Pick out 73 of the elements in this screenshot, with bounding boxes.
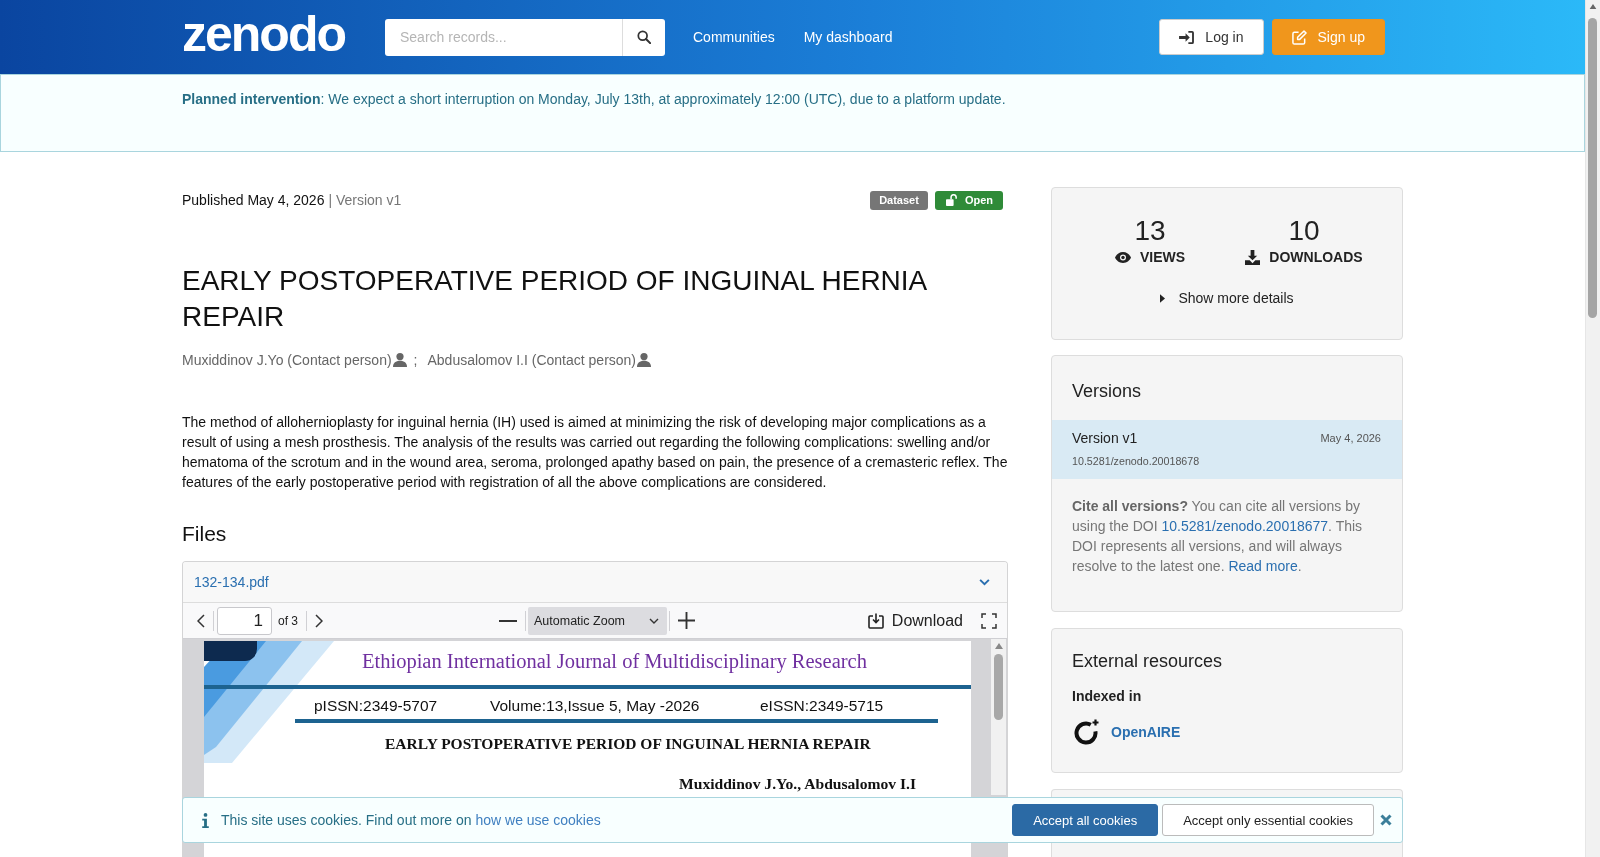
person-icon: [637, 353, 652, 367]
download-icon: [1245, 249, 1261, 265]
journal-title: Ethiopian International Journal of Multidisciplinary Research: [361, 649, 868, 673]
edit-icon: [1291, 29, 1307, 45]
electronic-issn: eISSN:2349-5715: [760, 696, 885, 716]
close-icon: [1380, 814, 1392, 826]
author-name: Muxiddinov J.Yo (Contact person): [182, 351, 392, 370]
stat-value: 10: [1288, 215, 1320, 247]
accept-essential-button[interactable]: Accept only essential cookies: [1162, 804, 1374, 836]
inline-link[interactable]: Read more: [1228, 558, 1298, 574]
ring-logo-icon: [1074, 719, 1100, 745]
stat-label: DOWNLOADS: [1269, 248, 1363, 267]
file-name-link[interactable]: 132-134.pdf: [194, 574, 269, 590]
zoom-select[interactable]: Automatic Zoom: [528, 606, 667, 635]
print-issn: pISSN:2349-5707: [314, 696, 439, 716]
download-icon: [867, 612, 884, 629]
page-number-field[interactable]: 1: [217, 606, 272, 635]
info-icon: [202, 812, 209, 828]
chevron-down-icon: [649, 617, 659, 624]
chevron-right-icon: [315, 613, 323, 628]
publication-date: Published May 4, 2026: [182, 192, 325, 208]
arrow-up-icon: [1589, 4, 1597, 9]
cite-note: Cite all versions? You can cite all versions by using the DOI 10.5281/zenodo.20018677. This DOI represents all versions, and will always resolve to the latest one. Read more.: [1071, 497, 1364, 576]
minus-icon: [499, 619, 517, 622]
volume-issue: Volume:13,Issue 5, May -2026: [490, 696, 701, 716]
cookie-notice: This site uses cookies. Find out more on how we use cookies: [221, 812, 601, 828]
stat-label: VIEWS: [1139, 248, 1186, 267]
inline-link[interactable]: how we use cookies: [475, 812, 601, 828]
access-badge: Open: [934, 190, 1003, 210]
padlock-icon: [945, 194, 957, 206]
sign-in-icon: [1179, 30, 1195, 44]
eye-icon: [1114, 251, 1131, 263]
download-button[interactable]: Download: [861, 606, 969, 635]
search-icon: [637, 30, 651, 44]
file-header[interactable]: 132-134.pdf: [183, 562, 1007, 603]
indexed-in-label: Indexed in: [1072, 687, 1143, 706]
person-icon: [392, 353, 407, 367]
chevron-left-icon: [197, 613, 205, 628]
log-in-button[interactable]: Log in: [1159, 19, 1264, 55]
arrow-up-icon: [994, 643, 1003, 649]
article-authors: Muxiddinov J.Yo., Abdusalomov I.I: [678, 775, 917, 793]
article-title: EARLY POSTOPERATIVE PERIOD OF INGUINAL HERNIA REPAIR: [384, 735, 872, 753]
page-count: of 3: [278, 613, 298, 628]
fullscreen-icon: [981, 612, 997, 629]
nav-link[interactable]: Communities: [693, 29, 775, 45]
record-title: EARLY POSTOPERATIVE PERIOD OF INGUINAL HERNIA REPAIR: [182, 264, 928, 334]
card-heading: External resources: [1072, 650, 1224, 673]
inline-link[interactable]: 10.5281/zenodo.20018677: [1161, 518, 1329, 534]
caret-icon: [1160, 293, 1166, 303]
author-separator: ;: [413, 351, 418, 370]
accept-all-button[interactable]: Accept all cookies: [1012, 804, 1159, 836]
chevron-down-icon[interactable]: [979, 578, 990, 586]
nav-link[interactable]: My dashboard: [803, 29, 893, 45]
version-date: May 4, 2026: [1320, 431, 1381, 446]
resource-type-badge: Dataset: [870, 190, 928, 210]
version-name: Version v1: [1072, 429, 1138, 448]
plus-icon: [678, 612, 695, 629]
search-field[interactable]: Search records...: [385, 18, 622, 56]
version-item[interactable]: Version v1 May 4, 2026 10.5281/zenodo.20018678: [1052, 420, 1402, 479]
files-heading: Files: [182, 521, 228, 547]
author-name: Abdusalomov I.I (Contact person): [427, 351, 637, 370]
stat-value: 13: [1134, 215, 1166, 247]
card-heading: Versions: [1071, 380, 1143, 403]
show-more-details-toggle[interactable]: Show more details: [1160, 288, 1294, 308]
scrollbar-thumb[interactable]: [1588, 18, 1597, 318]
search-button[interactable]: [622, 18, 665, 56]
abstract-text: The method of allohernioplasty for inguinal hernia (IH) used is aimed at minimizing the risk of developing major complications as a result of using a mesh prosthesis. The analysis of the results was carried out regarding the following complications: swelling and/or hematoma of the scrotum and in the wound area, seroma, prolonged apathy based on pain, the presence of a cremasteric reflex. The features of the early postoperative period with registration of all the above complications are considered.: [182, 413, 1008, 492]
announcement-text: Planned intervention: We expect a short interruption on Monday, July 13th, at approximately 12:00 (UTC), due to a platform update.: [182, 90, 1007, 109]
close-button[interactable]: [1380, 814, 1392, 826]
resource-link[interactable]: OpenAIRE: [1111, 724, 1181, 740]
version-doi: 10.5281/zenodo.20018678: [1072, 454, 1201, 469]
version-label: | Version v1: [328, 192, 402, 208]
scrollbar-thumb[interactable]: [994, 654, 1003, 720]
